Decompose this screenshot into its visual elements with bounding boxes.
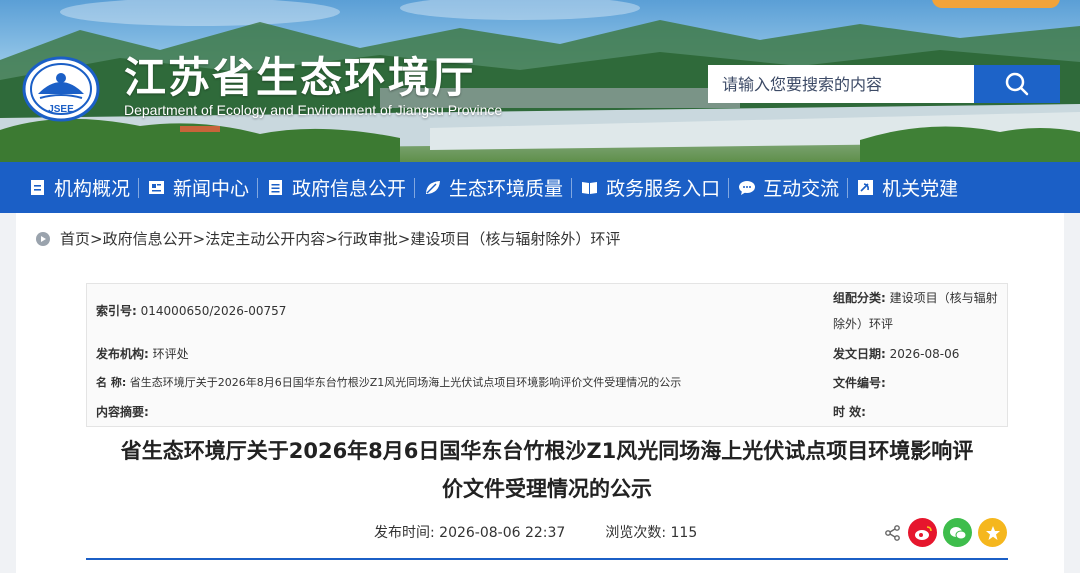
weibo-icon[interactable]: [908, 518, 937, 547]
nav-item-interaction[interactable]: 互动交流: [737, 162, 839, 213]
nav-label: 政府信息公开: [292, 178, 407, 200]
nav-divider: [571, 177, 573, 198]
share-icon[interactable]: [884, 524, 902, 542]
search-input[interactable]: [708, 65, 974, 103]
meta-name: 名 称: 省生态环境厅关于2026年8月6日国华东台竹根沙Z1风光同场海上光伏试…: [96, 376, 682, 389]
publish-info: 发布时间: 2026-08-06 22:37 浏览次数: 115: [374, 522, 697, 542]
svg-text:JSEE: JSEE: [48, 104, 74, 115]
location-arrow-icon: [36, 231, 50, 246]
nav-divider: [728, 177, 730, 198]
title-divider: [86, 558, 1008, 560]
breadcrumb-gov-info[interactable]: 政府信息公开: [103, 228, 193, 249]
meta-summary: 内容摘要:: [96, 405, 149, 419]
meta-docno: 文件编号:: [833, 376, 886, 390]
list-icon: [269, 180, 283, 195]
breadcrumb-statutory[interactable]: 法定主动公开内容: [205, 228, 325, 249]
nav-item-about[interactable]: 机构概况: [28, 162, 130, 213]
breadcrumb-separator: >: [90, 229, 103, 248]
breadcrumb-separator: >: [325, 229, 338, 248]
publish-time: 发布时间: 2026-08-06 22:37: [374, 525, 566, 541]
search-button[interactable]: [974, 65, 1060, 103]
breadcrumb-home[interactable]: 首页: [60, 228, 90, 249]
breadcrumb-eia[interactable]: 建设项目（核与辐射除外）环评: [410, 228, 620, 249]
article-title: 省生态环境厅关于2026年8月6日国华东台竹根沙Z1风光同场海上光伏试点项目环境…: [86, 432, 1008, 508]
breadcrumb-approval[interactable]: 行政审批: [338, 228, 398, 249]
nav-label: 互动交流: [763, 178, 840, 200]
document-metadata: 索引号: 014000650/2026-00757 组配分类: 建设项目（核与辐…: [86, 283, 1008, 427]
top-accent-tab: [932, 0, 1060, 8]
nav-item-news[interactable]: 新闻中心: [147, 162, 249, 213]
nav-divider: [138, 177, 140, 198]
breadcrumb-separator: >: [192, 229, 206, 248]
nav-item-services[interactable]: 政务服务入口: [580, 162, 720, 213]
chat-icon: [739, 181, 756, 195]
meta-org: 发布机构: 环评处: [96, 347, 189, 361]
wechat-icon[interactable]: [943, 518, 972, 547]
nav-label: 机构概况: [54, 178, 131, 200]
share-bar: [884, 518, 1007, 547]
nav-item-eco-quality[interactable]: 生态环境质量: [423, 162, 563, 213]
nav-label: 生态环境质量: [449, 178, 564, 200]
nav-divider: [257, 177, 259, 198]
site-title: 江苏省生态环境厅: [124, 53, 477, 102]
article-title-line: 省生态环境厅关于2026年8月6日国华东台竹根沙Z1风光同场海上光伏试点项目环境…: [120, 439, 974, 463]
nav-item-gov-info[interactable]: 政府信息公开: [266, 162, 406, 213]
meta-validity: 时 效:: [833, 405, 866, 419]
header-banner: JSEE 江苏省生态环境厅 Department of Ecology and …: [0, 0, 1080, 162]
nav-label: 新闻中心: [173, 178, 250, 200]
nav-item-party[interactable]: 机关党建: [856, 162, 958, 213]
document-icon: [31, 180, 44, 195]
party-emblem-icon: [858, 180, 874, 195]
search-icon: [1005, 72, 1029, 96]
nav-label: 机关党建: [882, 178, 959, 200]
meta-index: 索引号: 014000650/2026-00757: [96, 304, 287, 318]
meta-category: 组配分类: 建设项目（核与辐射 除外）环评: [833, 291, 998, 331]
nav-label: 政务服务入口: [606, 178, 721, 200]
book-icon: [582, 182, 598, 194]
article-title-line: 价文件受理情况的公示: [442, 477, 652, 501]
jsee-logo: JSEE: [22, 56, 100, 126]
nav-divider: [414, 177, 416, 198]
meta-date: 发文日期: 2026-08-06: [833, 347, 960, 361]
newspaper-icon: [149, 181, 165, 194]
site-subtitle: Department of Ecology and Environment of…: [124, 102, 503, 118]
leaf-icon: [426, 181, 441, 194]
view-count: 浏览次数: 115: [605, 525, 698, 541]
favorite-icon[interactable]: [978, 518, 1007, 547]
breadcrumb: 首页 > 政府信息公开 > 法定主动公开内容 > 行政审批 > 建设项目（核与辐…: [36, 228, 620, 249]
breadcrumb-separator: >: [397, 229, 411, 248]
main-nav: 机构概况 新闻中心 政府信息公开 生态环境质量 政务服务入口 互动交流 机关党建: [0, 162, 1080, 213]
nav-divider: [847, 177, 849, 198]
